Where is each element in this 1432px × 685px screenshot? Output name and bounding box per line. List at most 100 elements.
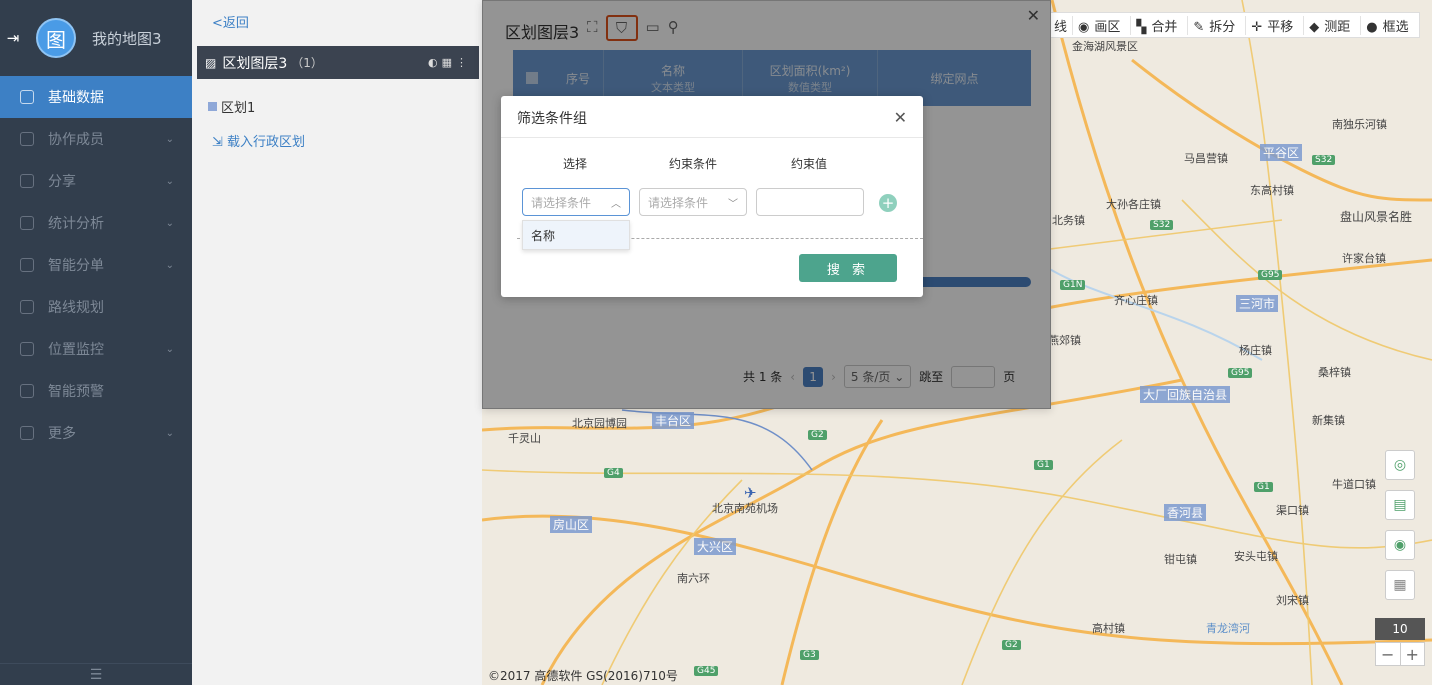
tool-split[interactable]: ✎ 拆分 bbox=[1187, 15, 1245, 35]
map-label: 安头屯镇 bbox=[1234, 550, 1278, 563]
map-label: 平谷区 bbox=[1260, 144, 1303, 161]
more-icon[interactable]: ⋮ bbox=[456, 56, 471, 69]
sidebar-item[interactable]: 路线规划 bbox=[0, 286, 192, 328]
tool-merge[interactable]: ▚ 合并 bbox=[1130, 15, 1187, 35]
road-badge: G1 bbox=[1254, 482, 1273, 492]
layer-icon: ▨ bbox=[205, 55, 217, 70]
overview-map-icon[interactable]: ▦ bbox=[1385, 570, 1415, 600]
app-logo: 图 bbox=[36, 18, 76, 58]
road-badge: S32 bbox=[1150, 220, 1174, 230]
layers-icon[interactable]: ◎ bbox=[1385, 450, 1415, 480]
layer-count: （1） bbox=[291, 56, 323, 70]
layer-tools[interactable]: ◐▦⋮ bbox=[428, 56, 471, 69]
map-toolbar: 线 ◉ 画区 ▚ 合并 ✎ 拆分 ✛ 平移 ◆ 测距 ● 框选 bbox=[1048, 12, 1420, 38]
map-label: 渠口镇 bbox=[1276, 504, 1309, 517]
close-icon[interactable]: ✕ bbox=[894, 108, 907, 127]
road-badge: G1 bbox=[1034, 460, 1053, 470]
zoom-in-button[interactable]: + bbox=[1399, 643, 1425, 665]
map-label: 燕郊镇 bbox=[1048, 334, 1081, 347]
nav-icon bbox=[20, 342, 34, 356]
filter-dialog: 筛选条件组 ✕ 选择 约束条件 约束值 请选择条件 ︿ 请选择条件 ﹀ + 名称… bbox=[501, 96, 923, 297]
app-name: 我的地图3 bbox=[92, 29, 162, 48]
table-icon[interactable]: ▦ bbox=[442, 56, 456, 69]
divider bbox=[501, 137, 923, 138]
nav-icon bbox=[20, 216, 34, 230]
logout-icon[interactable]: ⇥ bbox=[2, 27, 24, 49]
load-label: 载入行政区划 bbox=[227, 135, 306, 150]
road-badge: G4 bbox=[604, 468, 623, 478]
constraint-select[interactable]: 请选择条件 ﹀ bbox=[639, 188, 747, 216]
region-name: 区划1 bbox=[221, 101, 256, 116]
map-label: 桑梓镇 bbox=[1318, 366, 1351, 379]
map-label: 千灵山 bbox=[508, 432, 541, 445]
sidebar-item[interactable]: 分享 ⌄ bbox=[0, 160, 192, 202]
header-select: 选择 bbox=[563, 157, 588, 171]
header-value: 约束值 bbox=[791, 157, 828, 171]
nav-icon bbox=[20, 90, 34, 104]
layer-panel: <返回 ▨ 区划图层3 （1） ◐▦⋮ 区划1 ⇲ 载入行政区划 bbox=[192, 0, 482, 685]
map-label: 北京南苑机场 bbox=[712, 502, 778, 515]
sidebar-item-label: 分享 bbox=[48, 174, 76, 190]
road-badge: G95 bbox=[1258, 270, 1283, 280]
map-label: 金海湖风景区 bbox=[1072, 40, 1138, 53]
sidebar-item-label: 路线规划 bbox=[48, 300, 104, 316]
menu-collapse-icon[interactable]: ☰ bbox=[0, 663, 192, 685]
search-button[interactable]: 搜 索 bbox=[799, 254, 897, 282]
road-badge: S32 bbox=[1312, 155, 1336, 165]
sidebar-item[interactable]: 更多 ⌄ bbox=[0, 412, 192, 454]
zoom-controls: − + bbox=[1375, 642, 1425, 666]
sidebar-item[interactable]: 基础数据 bbox=[0, 76, 192, 118]
region-item[interactable]: 区划1 bbox=[208, 97, 255, 116]
field-select[interactable]: 请选择条件 ︿ bbox=[522, 188, 630, 216]
chevron-down-icon: ⌄ bbox=[165, 217, 174, 229]
map-label: 马昌营镇 bbox=[1184, 152, 1228, 165]
tool-draw-area[interactable]: ◉ 画区 bbox=[1072, 15, 1130, 35]
sidebar-header: ⇥ 图 我的地图3 bbox=[0, 0, 192, 76]
back-link[interactable]: <返回 bbox=[212, 12, 249, 31]
map-label: 高村镇 bbox=[1092, 622, 1125, 635]
tool-line[interactable]: 线 bbox=[1049, 16, 1072, 35]
constraint-value-input[interactable] bbox=[756, 188, 864, 216]
sidebar-item-label: 统计分析 bbox=[48, 216, 104, 232]
chevron-down-icon: ⌄ bbox=[165, 175, 174, 187]
load-icon: ⇲ bbox=[212, 135, 228, 150]
nav-icon bbox=[20, 132, 34, 146]
road-badge: G95 bbox=[1228, 368, 1253, 378]
sidebar-item[interactable]: 智能分单 ⌄ bbox=[0, 244, 192, 286]
map-label: 南独乐河镇 bbox=[1332, 118, 1387, 131]
map-label: 盘山风景名胜 bbox=[1340, 210, 1413, 224]
map-label: 北务镇 bbox=[1052, 214, 1085, 227]
sidebar-nav: 基础数据 协作成员 ⌄ 分享 ⌄ 统计分析 ⌄ 智能分单 ⌄ 路线规划 位置监控 ⌄ 智能预警 更多 ⌄ bbox=[0, 76, 192, 454]
dropdown-option-name[interactable]: 名称 bbox=[522, 220, 630, 250]
add-condition-icon[interactable]: + bbox=[879, 194, 897, 212]
tool-pan[interactable]: ✛ 平移 bbox=[1245, 15, 1303, 35]
road-badge: G45 bbox=[694, 666, 719, 676]
tool-box-select[interactable]: ● 框选 bbox=[1360, 15, 1418, 35]
tool-measure[interactable]: ◆ 测距 bbox=[1303, 15, 1360, 35]
sidebar-item[interactable]: 协作成员 ⌄ bbox=[0, 118, 192, 160]
sidebar-item-label: 基础数据 bbox=[48, 90, 104, 106]
map-label: 房山区 bbox=[550, 516, 593, 533]
map-label: 钳屯镇 bbox=[1164, 553, 1197, 566]
layer-header[interactable]: ▨ 区划图层3 （1） ◐▦⋮ bbox=[197, 46, 479, 79]
load-admin-region-link[interactable]: ⇲ 载入行政区划 bbox=[212, 131, 305, 150]
map-label: 大厂回族自治县 bbox=[1140, 386, 1231, 403]
field-select-placeholder: 请选择条件 bbox=[531, 195, 592, 210]
sidebar-item-label: 更多 bbox=[48, 426, 76, 442]
app-root: ⇥ 图 我的地图3 基础数据协作成员 ⌄ 分享 ⌄ 统计分析 ⌄ 智能分单 ⌄ 路线规划位置监控… bbox=[0, 0, 1432, 685]
sidebar-item[interactable]: 位置监控 ⌄ bbox=[0, 328, 192, 370]
road-badge: G1N bbox=[1060, 280, 1086, 290]
header-constraint: 约束条件 bbox=[669, 157, 718, 171]
sidebar-item[interactable]: 统计分析 ⌄ bbox=[0, 202, 192, 244]
zoom-out-button[interactable]: − bbox=[1376, 643, 1400, 665]
nav-icon bbox=[20, 426, 34, 440]
palette-icon[interactable]: ◐ bbox=[428, 56, 442, 69]
road-badge: G2 bbox=[808, 430, 827, 440]
save-icon[interactable]: ▤ bbox=[1385, 490, 1415, 520]
region-color-swatch bbox=[208, 102, 217, 111]
map-label: 香河县 bbox=[1164, 504, 1207, 521]
sidebar-item[interactable]: 智能预警 bbox=[0, 370, 192, 412]
map-copyright: ©2017 高德软件 GS(2016)710号 bbox=[488, 669, 678, 683]
dialog-title: 筛选条件组 bbox=[517, 111, 587, 127]
eye-icon[interactable]: ◉ bbox=[1385, 530, 1415, 560]
